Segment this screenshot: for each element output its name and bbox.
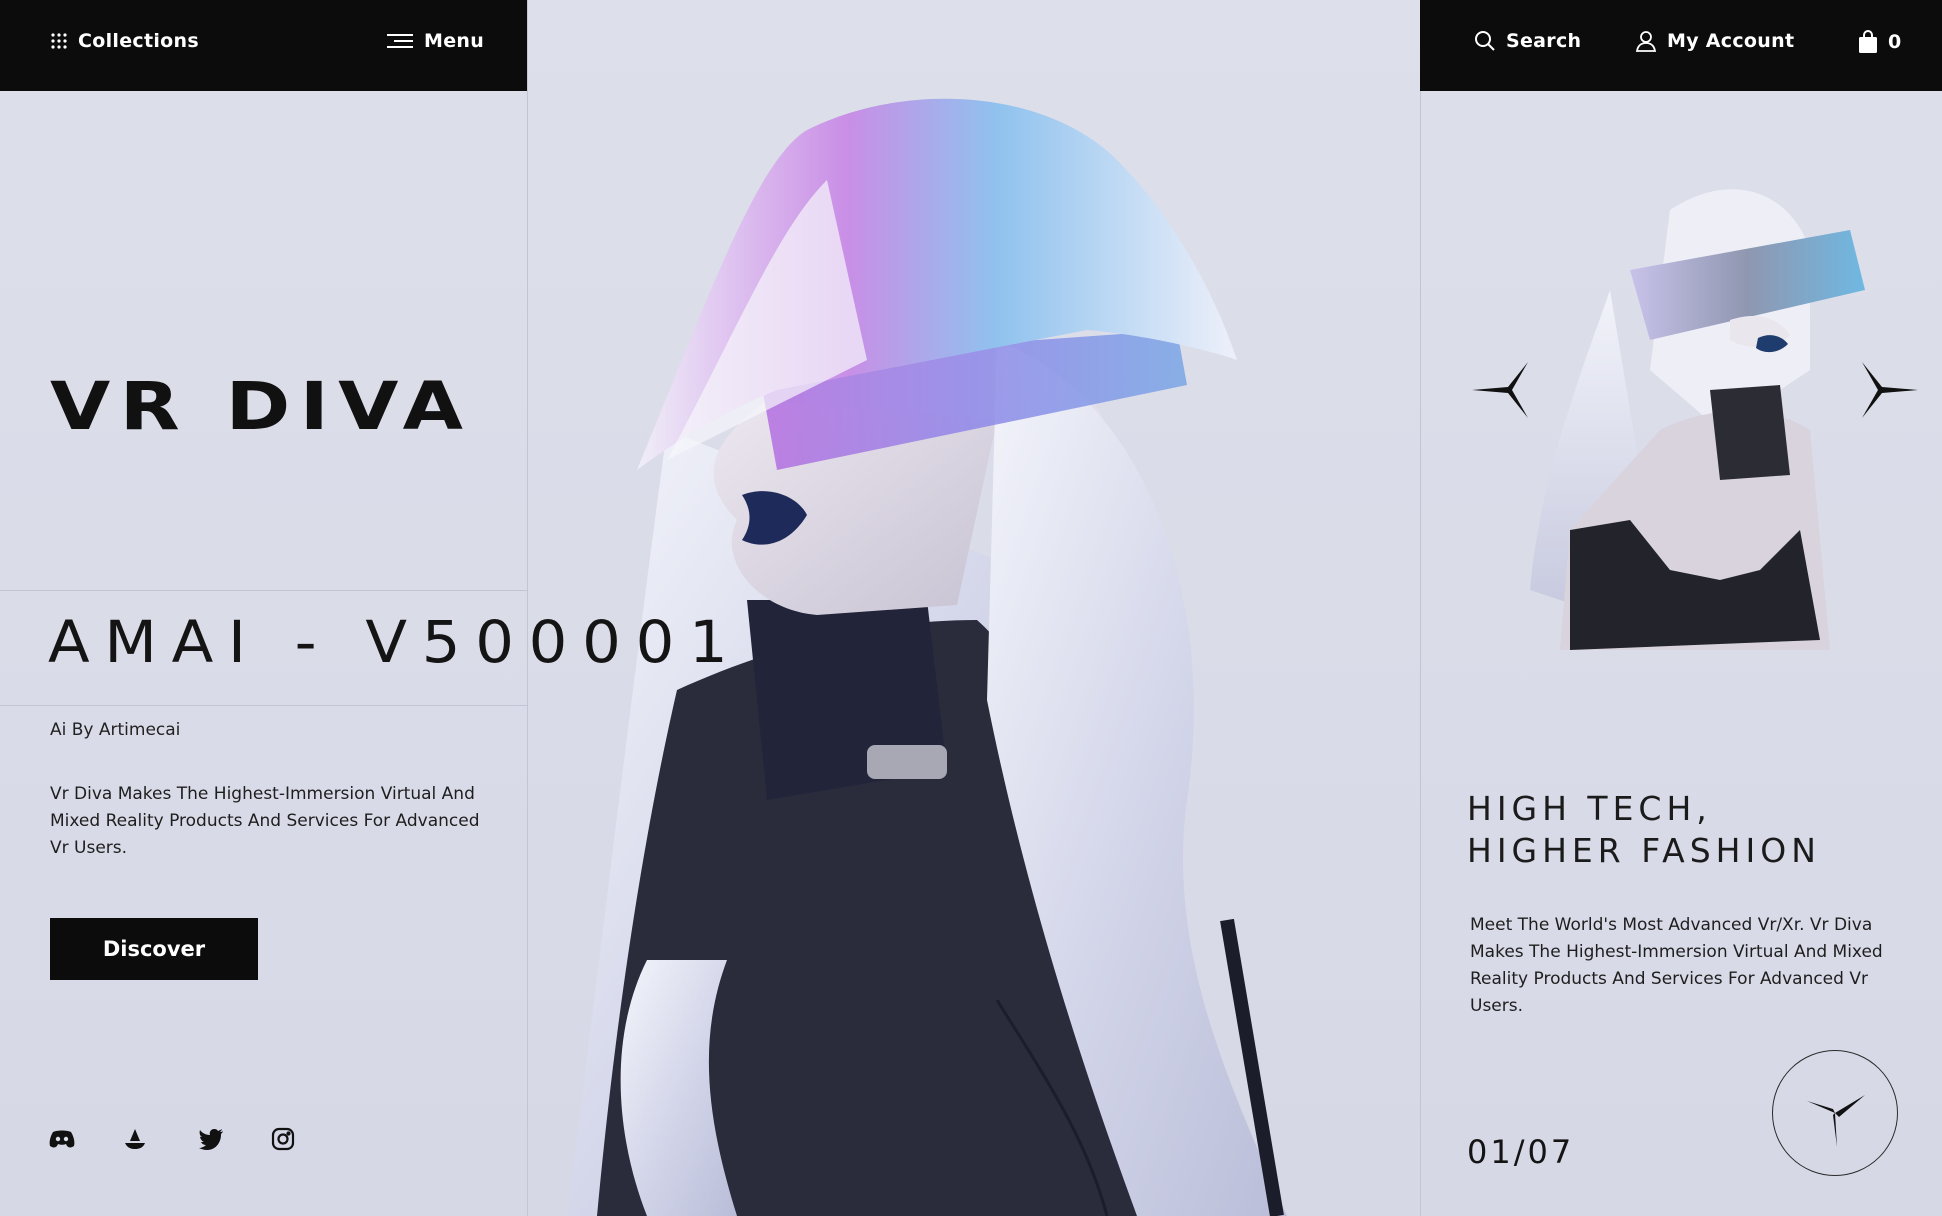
cart-count: 0 [1888, 31, 1902, 53]
menu-label: Menu [424, 30, 485, 52]
menu-button[interactable]: Menu [386, 30, 484, 52]
account-link[interactable]: My Account [1635, 30, 1794, 52]
instagram-icon[interactable] [268, 1124, 298, 1154]
search-button[interactable]: Search [1474, 30, 1581, 52]
grid-icon [50, 32, 68, 50]
row-divider [0, 590, 527, 591]
search-icon [1474, 30, 1496, 52]
brand-title: VR DIVA [50, 368, 473, 445]
rotate-button[interactable] [1772, 1050, 1898, 1176]
cart-button[interactable]: 0 [1858, 30, 1902, 54]
byline: Ai By Artimecai [50, 720, 181, 740]
opensea-icon[interactable] [120, 1124, 150, 1154]
shopping-bag-icon [1858, 30, 1878, 54]
next-arrow-icon[interactable] [1860, 360, 1920, 420]
row-divider [0, 705, 527, 706]
thumbnail-image [1520, 170, 1865, 650]
model-title: AMAI - V500001 [48, 608, 743, 676]
collections-label: Collections [78, 30, 199, 52]
column-divider [1420, 0, 1421, 1216]
user-icon [1635, 30, 1657, 52]
slide-counter: 01/07 [1467, 1133, 1575, 1171]
right-description: Meet The World's Most Advanced Vr/Xr. Vr… [1470, 915, 1883, 1016]
discord-icon[interactable] [47, 1124, 77, 1154]
account-label: My Account [1667, 30, 1795, 52]
discover-button[interactable]: Discover [50, 918, 258, 980]
search-label: Search [1506, 30, 1582, 52]
tagline-line-1: HIGH TECH, [1467, 789, 1712, 828]
collections-link[interactable]: Collections [50, 30, 199, 52]
pinwheel-icon [1807, 1095, 1865, 1147]
top-bar-right: Search My Account 0 [1420, 0, 1942, 91]
top-bar-left: Collections Menu [0, 0, 527, 91]
hamburger-icon [386, 33, 414, 49]
tagline-line-2: HIGHER FASHION [1467, 831, 1821, 870]
twitter-icon[interactable] [196, 1124, 226, 1154]
tagline: HIGH TECH, HIGHER FASHION [1467, 788, 1821, 872]
left-description: Vr Diva Makes The Highest-Immersion Virt… [50, 784, 480, 858]
